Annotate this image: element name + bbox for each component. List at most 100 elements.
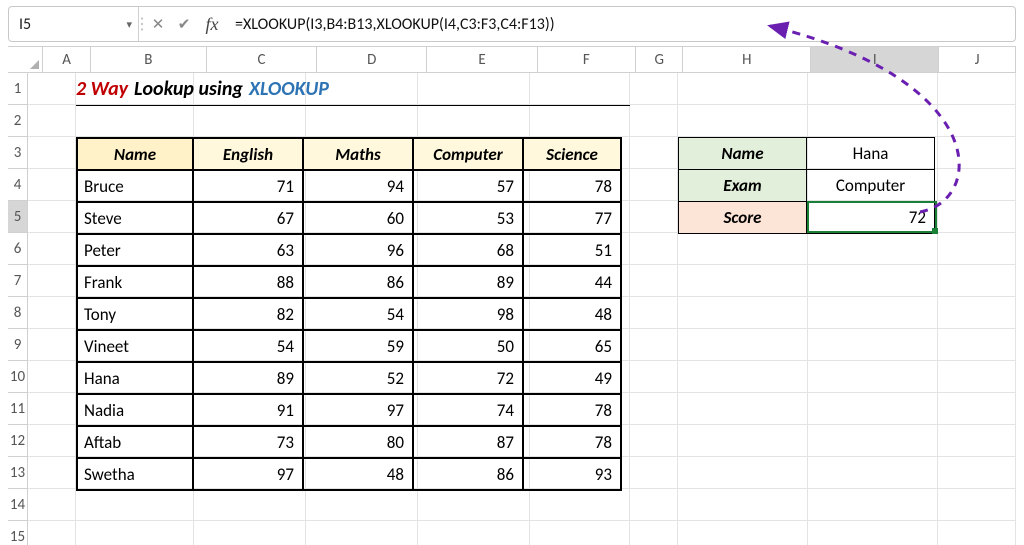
header-english[interactable]: English <box>193 138 303 170</box>
cell-A2[interactable] <box>28 105 76 137</box>
cell-english[interactable]: 88 <box>193 266 303 298</box>
lookup-box[interactable]: Name Hana Exam Computer Score 72 <box>678 137 935 234</box>
cell-maths[interactable]: 94 <box>303 170 413 202</box>
cell-G3[interactable] <box>630 137 678 169</box>
cell-J11[interactable] <box>938 393 1016 425</box>
cell-F14[interactable] <box>530 489 630 521</box>
row-header-5[interactable]: 5 <box>8 201 28 233</box>
cell-I6[interactable] <box>808 233 938 265</box>
cell-G8[interactable] <box>630 297 678 329</box>
cell-name[interactable]: Vineet <box>77 330 193 362</box>
cell-H12[interactable] <box>678 425 808 457</box>
row-header-6[interactable]: 6 <box>8 233 28 265</box>
cell-science[interactable]: 77 <box>523 202 621 234</box>
row-header-14[interactable]: 14 <box>8 489 28 521</box>
cell-science[interactable]: 78 <box>523 170 621 202</box>
cell-A8[interactable] <box>28 297 76 329</box>
cell-computer[interactable]: 72 <box>413 362 523 394</box>
cell-name[interactable]: Frank <box>77 266 193 298</box>
table-row[interactable]: Steve67605377 <box>77 202 621 234</box>
cell-maths[interactable]: 52 <box>303 362 413 394</box>
cell-A7[interactable] <box>28 265 76 297</box>
cell-H9[interactable] <box>678 329 808 361</box>
table-row[interactable]: Bruce71945778 <box>77 170 621 202</box>
cell-computer[interactable]: 86 <box>413 458 523 490</box>
column-header-J[interactable]: J <box>939 47 1016 73</box>
cell-G12[interactable] <box>630 425 678 457</box>
cell-maths[interactable]: 80 <box>303 426 413 458</box>
column-header-H[interactable]: H <box>683 47 811 73</box>
column-header-A[interactable]: A <box>43 47 90 73</box>
cell-I8[interactable] <box>808 297 938 329</box>
cell-computer[interactable]: 53 <box>413 202 523 234</box>
data-table[interactable]: Name English Maths Computer Science Bruc… <box>76 137 622 491</box>
cell-science[interactable]: 48 <box>523 298 621 330</box>
cell-A5[interactable] <box>28 201 76 233</box>
cell-J2[interactable] <box>938 105 1016 137</box>
enter-icon[interactable]: ✔ <box>171 7 197 41</box>
cell-english[interactable]: 73 <box>193 426 303 458</box>
cell-B14[interactable] <box>76 489 194 521</box>
cancel-icon[interactable]: ✕ <box>145 7 171 41</box>
cell-name[interactable]: Hana <box>77 362 193 394</box>
cell-E2[interactable] <box>418 105 530 137</box>
cell-B15[interactable] <box>76 521 194 545</box>
cell-H15[interactable] <box>678 521 808 545</box>
column-header-G[interactable]: G <box>636 47 683 73</box>
row-header-7[interactable]: 7 <box>8 265 28 297</box>
table-row[interactable]: Peter63966851 <box>77 234 621 266</box>
cell-name[interactable]: Aftab <box>77 426 193 458</box>
cell-A14[interactable] <box>28 489 76 521</box>
column-header-F[interactable]: F <box>538 47 636 73</box>
cell-science[interactable]: 49 <box>523 362 621 394</box>
cell-I10[interactable] <box>808 361 938 393</box>
cell-H6[interactable] <box>678 233 808 265</box>
cell-name[interactable]: Bruce <box>77 170 193 202</box>
row-header-3[interactable]: 3 <box>8 137 28 169</box>
cell-J12[interactable] <box>938 425 1016 457</box>
cell-J4[interactable] <box>938 169 1016 201</box>
cell-A9[interactable] <box>28 329 76 361</box>
cell-maths[interactable]: 60 <box>303 202 413 234</box>
cell-G10[interactable] <box>630 361 678 393</box>
header-computer[interactable]: Computer <box>413 138 523 170</box>
cell-A1[interactable] <box>28 73 76 105</box>
cell-I2[interactable] <box>808 105 938 137</box>
select-all-corner[interactable] <box>8 47 43 73</box>
cell-H8[interactable] <box>678 297 808 329</box>
cell-english[interactable]: 54 <box>193 330 303 362</box>
cell-B2[interactable] <box>76 105 194 137</box>
cell-H7[interactable] <box>678 265 808 297</box>
header-name[interactable]: Name <box>77 138 193 170</box>
cell-G14[interactable] <box>630 489 678 521</box>
column-header-C[interactable]: C <box>207 47 317 73</box>
cell-computer[interactable]: 89 <box>413 266 523 298</box>
cells-area[interactable]: 2 Way Lookup using XLOOKUP Name English … <box>28 73 1016 545</box>
cell-computer[interactable]: 74 <box>413 394 523 426</box>
cell-A10[interactable] <box>28 361 76 393</box>
cell-J6[interactable] <box>938 233 1016 265</box>
lookup-value-exam[interactable]: Computer <box>807 170 935 202</box>
table-row[interactable]: Swetha97488693 <box>77 458 621 490</box>
cell-english[interactable]: 82 <box>193 298 303 330</box>
lookup-label-score[interactable]: Score <box>679 202 807 234</box>
cell-maths[interactable]: 97 <box>303 394 413 426</box>
cell-H2[interactable] <box>678 105 808 137</box>
cell-J10[interactable] <box>938 361 1016 393</box>
cell-english[interactable]: 67 <box>193 202 303 234</box>
cell-I11[interactable] <box>808 393 938 425</box>
cell-I14[interactable] <box>808 489 938 521</box>
cell-english[interactable]: 91 <box>193 394 303 426</box>
cell-G9[interactable] <box>630 329 678 361</box>
cell-J9[interactable] <box>938 329 1016 361</box>
cell-I9[interactable] <box>808 329 938 361</box>
table-row[interactable]: Aftab73808778 <box>77 426 621 458</box>
cell-name[interactable]: Nadia <box>77 394 193 426</box>
cell-science[interactable]: 44 <box>523 266 621 298</box>
lookup-label-exam[interactable]: Exam <box>679 170 807 202</box>
cell-C2[interactable] <box>194 105 306 137</box>
cell-english[interactable]: 63 <box>193 234 303 266</box>
column-header-I[interactable]: I <box>811 47 939 73</box>
cell-maths[interactable]: 48 <box>303 458 413 490</box>
cell-G5[interactable] <box>630 201 678 233</box>
